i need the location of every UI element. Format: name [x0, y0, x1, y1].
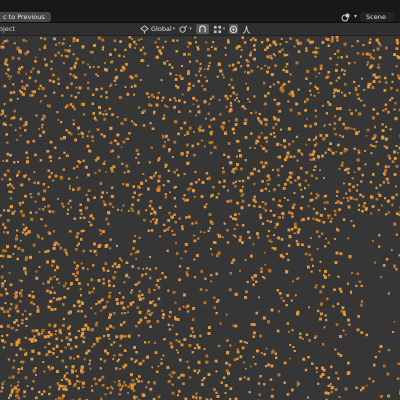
3d-viewport[interactable] — [0, 36, 400, 400]
point-cloud — [0, 36, 400, 400]
interaction-mode-menu[interactable]: oject — [0, 24, 15, 34]
transform-tools: Global ▾ ▾ ▾ — [140, 24, 251, 34]
chevron-down-icon: ▾ — [222, 26, 226, 32]
window-top-bar: c to Previous ▾ Scene — [0, 0, 400, 23]
pivot-point-dropdown[interactable]: ▾ — [179, 24, 192, 34]
snap-icon — [198, 24, 206, 32]
scene-icon[interactable] — [341, 12, 351, 22]
chevron-down-icon: ▾ — [172, 26, 176, 32]
proportional-edit-icon — [230, 25, 238, 33]
scene-selector[interactable]: ▾ Scene — [341, 12, 394, 22]
orientation-dropdown[interactable]: Global ▾ — [140, 24, 175, 34]
proportional-editing-toggle[interactable] — [229, 24, 239, 34]
snap-element-dropdown[interactable]: ▾ — [213, 24, 226, 34]
scene-name-field[interactable]: Scene — [360, 12, 394, 22]
snap-toggle[interactable] — [195, 24, 209, 34]
back-to-previous-button[interactable]: c to Previous — [0, 12, 51, 22]
pivot-icon — [179, 25, 188, 33]
viewport-header: oject Global ▾ ▾ ▾ — [0, 23, 400, 36]
proportional-falloff-dropdown[interactable] — [242, 24, 251, 34]
chevron-down-icon: ▾ — [189, 26, 192, 32]
snap-increment-icon — [213, 25, 221, 33]
orientation-label: Global — [151, 25, 172, 33]
orientation-icon — [140, 24, 149, 34]
falloff-icon — [243, 25, 251, 34]
chevron-down-icon[interactable]: ▾ — [354, 12, 357, 22]
